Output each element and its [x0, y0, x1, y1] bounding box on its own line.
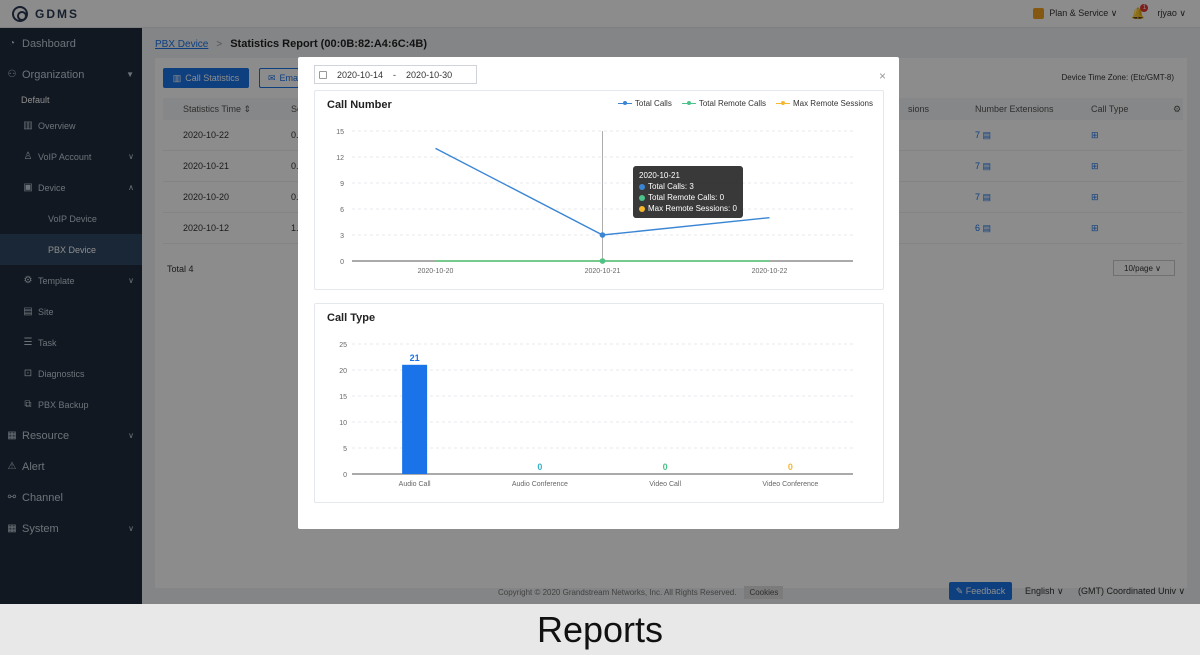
x-tick-label: Video Call	[649, 481, 681, 488]
call-type-chart: 0 5 10 15 20 25 21 Audio Call 0 Audio Conference 0…	[339, 342, 853, 488]
data-label: 0	[537, 462, 542, 472]
y-tick-label: 0	[343, 472, 347, 479]
x-tick-label: 2020-10-22	[752, 268, 788, 275]
data-label: 0	[663, 462, 668, 472]
tooltip-value: Total Remote Calls: 0	[648, 193, 725, 202]
tooltip-date: 2020-10-21	[639, 171, 680, 180]
x-tick-label: 2020-10-21	[585, 268, 621, 275]
data-point	[599, 258, 606, 264]
bar	[402, 364, 428, 474]
y-tick-label: 10	[339, 420, 347, 427]
data-point	[599, 232, 606, 238]
x-tick-label: Audio Conference	[512, 481, 568, 488]
tooltip-value: Total Calls: 3	[648, 182, 694, 191]
y-tick-label: 15	[336, 129, 344, 136]
call-number-card: Call Number Total Calls Total Remote Cal…	[314, 90, 884, 290]
date-separator: -	[393, 69, 397, 80]
caption: Reports	[0, 604, 1200, 655]
tooltip-value: Max Remote Sessions: 0	[648, 204, 737, 213]
calendar-icon	[319, 70, 327, 79]
y-tick-label: 25	[339, 342, 347, 349]
data-label: 21	[410, 353, 420, 363]
x-tick-label: Video Conference	[762, 481, 818, 488]
tooltip-row: Total Calls: 3	[639, 181, 737, 192]
y-tick-label: 20	[339, 368, 347, 375]
call-number-chart: 0 3 6 9 12 15 2020-10-20 2020-10-21 2020-10-22	[336, 129, 853, 275]
date-start[interactable]: 2020-10-14	[337, 70, 383, 80]
tooltip-row: Max Remote Sessions: 0	[639, 203, 737, 214]
x-tick-label: 2020-10-20	[418, 268, 454, 275]
statistics-modal: 2020-10-14 - 2020-10-30 × Call Number To…	[298, 57, 899, 529]
tooltip-row: Total Remote Calls: 0	[639, 192, 737, 203]
chart-tooltip: 2020-10-21 Total Calls: 3 Total Remote C…	[633, 166, 743, 218]
close-icon[interactable]: ×	[879, 69, 886, 83]
data-label: 0	[788, 462, 793, 472]
tooltip-dot	[639, 205, 645, 212]
app-window: GDMS Plan & Service ∨ 🔔 1 rjyao ∨ ◔ Dashbo…	[0, 0, 1200, 604]
y-tick-label: 15	[339, 394, 347, 401]
call-type-card: Call Type 0 5 10 15 20 25 21 Audio Call 0 Audio C…	[314, 303, 884, 503]
date-range-picker[interactable]: 2020-10-14 - 2020-10-30	[314, 65, 477, 84]
tooltip-dot	[639, 194, 645, 201]
y-tick-label: 3	[340, 233, 344, 240]
y-tick-label: 0	[340, 259, 344, 266]
y-tick-label: 6	[340, 207, 344, 214]
x-tick-label: Audio Call	[399, 481, 431, 488]
y-tick-label: 5	[343, 446, 347, 453]
y-tick-label: 9	[340, 181, 344, 188]
y-tick-label: 12	[336, 155, 344, 162]
tooltip-dot	[639, 183, 645, 190]
date-end[interactable]: 2020-10-30	[406, 70, 452, 80]
